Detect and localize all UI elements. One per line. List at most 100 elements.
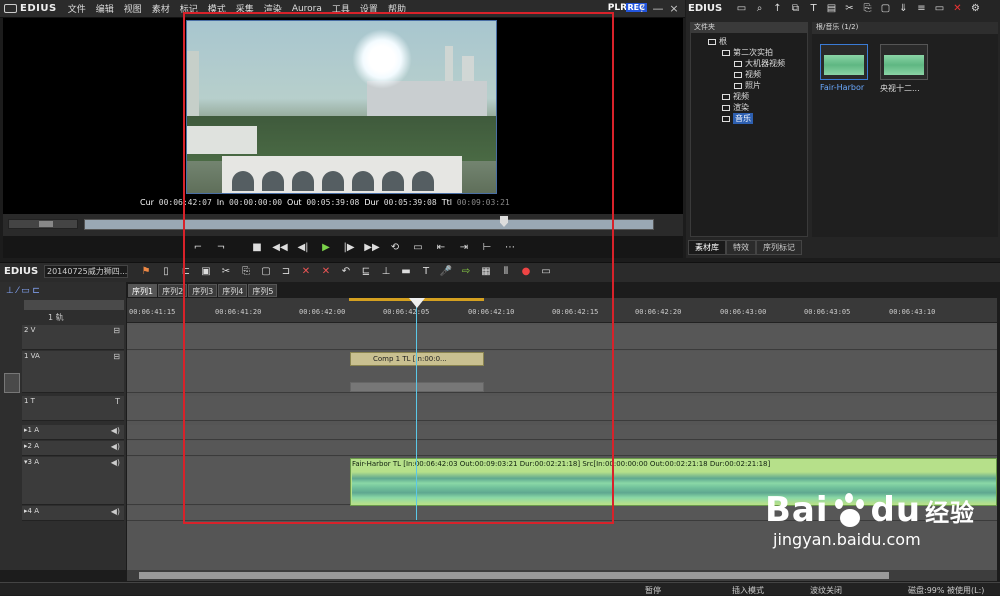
- paste-icon[interactable]: ▢: [258, 264, 274, 279]
- shuttle-handle[interactable]: [39, 221, 53, 227]
- menu-render[interactable]: 渲染: [259, 2, 287, 15]
- tree-item-render[interactable]: 渲染: [722, 102, 749, 113]
- menu-edit[interactable]: 编辑: [91, 2, 119, 15]
- track-header-a1[interactable]: ▸1 A ◀): [22, 425, 124, 440]
- properties-icon[interactable]: ⚙: [969, 2, 982, 15]
- fast-forward-icon[interactable]: ▶▶: [362, 239, 382, 255]
- voiceover-icon[interactable]: 🎤: [438, 264, 454, 279]
- menu-file[interactable]: 文件: [63, 2, 91, 15]
- video-track-icon[interactable]: ⊟: [113, 326, 120, 335]
- add-to-timeline-icon[interactable]: ⇓: [897, 2, 910, 15]
- tree-item-video-sub[interactable]: 视频: [734, 69, 761, 80]
- color-bar-icon[interactable]: ▤: [825, 2, 838, 15]
- track-height-bar[interactable]: [24, 300, 124, 310]
- mode-icon[interactable]: ⚑: [138, 264, 154, 279]
- help-button[interactable]: ?: [635, 2, 649, 15]
- stretch-icon[interactable]: ▬: [398, 264, 414, 279]
- track-lock-icon[interactable]: [4, 373, 20, 393]
- match-frame-icon[interactable]: ⊢: [477, 239, 497, 255]
- title-icon[interactable]: T: [418, 264, 434, 279]
- track-header-va1[interactable]: 1 VA ⊟: [22, 351, 124, 393]
- save-icon[interactable]: ▣: [198, 264, 214, 279]
- menu-settings[interactable]: 设置: [355, 2, 383, 15]
- track-header-v2[interactable]: 2 V ⊟: [22, 325, 124, 350]
- timeline-cursor[interactable]: [416, 300, 417, 520]
- menu-aurora[interactable]: Aurora: [287, 4, 327, 14]
- grid-icon[interactable]: ▦: [478, 264, 494, 279]
- shuttle-slider[interactable]: [8, 219, 78, 229]
- track-tools-icon[interactable]: ⊥ ⁄ ▭ ⊏: [6, 286, 40, 296]
- track-count[interactable]: 1 轨: [48, 312, 64, 323]
- clip-comp1[interactable]: Comp 1 TL [In:00:0...: [350, 352, 484, 366]
- play-icon[interactable]: ▶: [316, 239, 336, 255]
- menu-view[interactable]: 视图: [119, 2, 147, 15]
- mixer-icon[interactable]: ⊥: [378, 264, 394, 279]
- clip-thumbnail-cctv[interactable]: [880, 44, 928, 80]
- delete-icon[interactable]: ✕: [951, 2, 964, 15]
- undo-icon[interactable]: ↶: [338, 264, 354, 279]
- overwrite-to-timeline-icon[interactable]: ⇥: [454, 239, 474, 255]
- track-a2[interactable]: [127, 441, 997, 456]
- stop-icon[interactable]: ■: [247, 239, 267, 255]
- tab-sequence-2[interactable]: 序列2: [158, 284, 188, 297]
- minimize-button[interactable]: —: [651, 2, 665, 15]
- clip-label-cctv[interactable]: 央视十二...: [880, 83, 940, 94]
- rewind-icon[interactable]: ◀◀: [270, 239, 290, 255]
- tab-sequence-3[interactable]: 序列3: [188, 284, 218, 297]
- sync-icon[interactable]: ⋯: [500, 239, 520, 255]
- speaker-icon[interactable]: ◀): [111, 426, 120, 435]
- copy-icon[interactable]: ⎘: [238, 264, 254, 279]
- clip-thumbnail-fair-harbor[interactable]: [820, 44, 868, 80]
- tab-sequence-5[interactable]: 序列5: [248, 284, 278, 297]
- set-out-icon[interactable]: ¬: [211, 239, 231, 255]
- tree-item-shoot2[interactable]: 第二次实拍: [722, 47, 773, 58]
- search-icon[interactable]: ⌕: [753, 2, 766, 15]
- menu-tools[interactable]: 工具: [327, 2, 355, 15]
- open-clip-icon[interactable]: ⧉: [789, 2, 802, 15]
- export-icon[interactable]: ⇨: [458, 264, 474, 279]
- tree-item-photos[interactable]: 照片: [734, 80, 761, 91]
- output-icon[interactable]: ▭: [408, 239, 428, 255]
- menu-help[interactable]: 帮助: [383, 2, 411, 15]
- plr-mode-label[interactable]: PLR: [608, 3, 627, 13]
- folder-icon[interactable]: ▭: [735, 2, 748, 15]
- track-header-a2[interactable]: ▸2 A ◀): [22, 441, 124, 456]
- timeline-icon[interactable]: ≡: [915, 2, 928, 15]
- track-header-a4[interactable]: ▸4 A ◀): [22, 506, 124, 521]
- set-in-icon[interactable]: ⌐: [188, 239, 208, 255]
- cut-icon[interactable]: ✂: [843, 2, 856, 15]
- tab-sequence-1[interactable]: 序列1: [128, 284, 158, 297]
- menu-marker[interactable]: 标记: [175, 2, 203, 15]
- scrollbar-thumb[interactable]: [139, 572, 889, 579]
- tab-effects[interactable]: 特效: [726, 240, 756, 255]
- replace-icon[interactable]: ⊐: [278, 264, 294, 279]
- tree-item-machine-video[interactable]: 大机器视频: [734, 58, 785, 69]
- track-t1[interactable]: [127, 396, 997, 421]
- ripple-delete-icon[interactable]: ✕: [318, 264, 334, 279]
- track-header-t1[interactable]: 1 TT: [22, 396, 124, 421]
- audio-mixer-icon[interactable]: ⫴: [498, 264, 514, 279]
- time-ruler[interactable]: 00:06:41:15 00:06:41:20 00:06:42:00 00:0…: [127, 298, 997, 323]
- new-sequence-icon[interactable]: ▯: [158, 264, 174, 279]
- track-va1[interactable]: [127, 351, 997, 393]
- up-folder-icon[interactable]: ↑: [771, 2, 784, 15]
- track-v2[interactable]: [127, 325, 997, 350]
- delete-icon[interactable]: ✕: [298, 264, 314, 279]
- sequence-settings-icon[interactable]: ▭: [538, 264, 554, 279]
- tree-item-video[interactable]: 视频: [722, 91, 749, 102]
- close-button[interactable]: ×: [667, 2, 681, 15]
- tab-bin[interactable]: 素材库: [688, 240, 726, 255]
- tab-sequence-4[interactable]: 序列4: [218, 284, 248, 297]
- open-icon[interactable]: ⊏: [178, 264, 194, 279]
- speaker-icon[interactable]: ◀): [111, 442, 120, 451]
- record-icon[interactable]: ●: [518, 264, 534, 279]
- speaker-icon[interactable]: ◀): [111, 507, 120, 516]
- tab-sequence-markers[interactable]: 序列标记: [756, 240, 802, 255]
- cut-icon[interactable]: ✂: [218, 264, 234, 279]
- clip-label-fair-harbor[interactable]: Fair-Harbor: [820, 83, 880, 92]
- title-track-icon[interactable]: T: [115, 397, 120, 406]
- redo-icon[interactable]: ⊑: [358, 264, 374, 279]
- clip-comp1-audio[interactable]: [350, 382, 484, 392]
- copy-icon[interactable]: ⎘: [861, 2, 874, 15]
- menu-mode[interactable]: 模式: [203, 2, 231, 15]
